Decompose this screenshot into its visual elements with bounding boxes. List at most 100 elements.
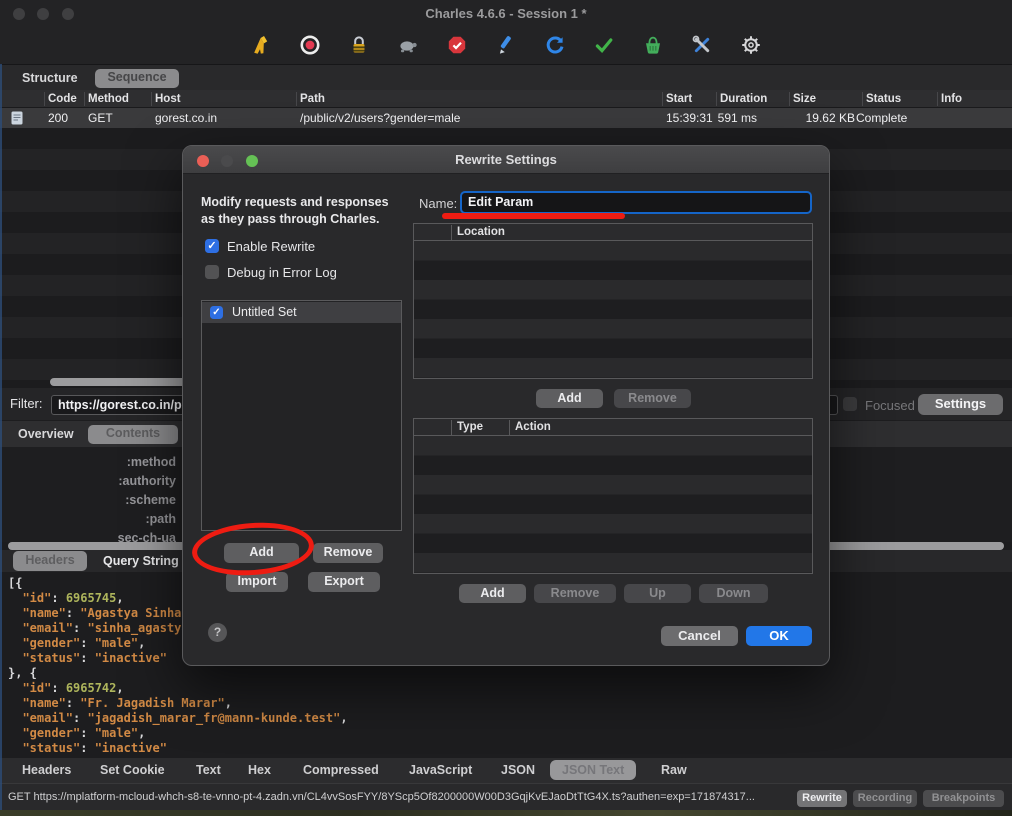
cell-start[interactable]: 15:39:31 xyxy=(666,111,713,125)
dialog-title: Rewrite Settings xyxy=(455,152,557,167)
column-header-start[interactable]: Start xyxy=(666,93,692,105)
tab-json[interactable]: JSON xyxy=(501,763,535,777)
cell-path[interactable]: /public/v2/users?gender=male xyxy=(300,111,460,125)
structure-sequence-tabbar: Structure Sequence xyxy=(0,64,1012,90)
rules-table-header: Type Action xyxy=(414,419,812,436)
request-header-key[interactable]: :method xyxy=(0,455,176,469)
validate-check-icon[interactable] xyxy=(593,34,615,56)
rule-up-button[interactable]: Up xyxy=(624,584,691,603)
publish-basket-icon[interactable] xyxy=(642,34,664,56)
tools-icon[interactable] xyxy=(691,34,713,56)
type-column-header: Type xyxy=(457,421,483,433)
record-icon[interactable] xyxy=(299,34,321,56)
rewrite-sets-list[interactable]: ✓ Untitled Set xyxy=(201,300,402,531)
export-button[interactable]: Export xyxy=(308,572,380,592)
column-header-size[interactable]: Size xyxy=(793,93,816,105)
json-line: "gender": "male", xyxy=(22,726,146,740)
column-header-duration[interactable]: Duration xyxy=(720,93,767,105)
settings-gear-icon[interactable] xyxy=(740,34,762,56)
tab-text[interactable]: Text xyxy=(196,763,221,777)
tab-json-text[interactable]: JSON Text xyxy=(550,760,637,780)
rewrite-button[interactable]: Rewrite xyxy=(797,790,847,807)
json-line: "name": "Fr. Jagadish Marar", xyxy=(22,696,232,710)
recording-button[interactable]: Recording xyxy=(853,790,917,807)
debug-error-log-label: Debug in Error Log xyxy=(227,265,337,280)
list-item[interactable]: ✓ Untitled Set xyxy=(202,302,401,323)
focused-checkbox[interactable] xyxy=(843,397,857,411)
compose-pencil-icon[interactable] xyxy=(495,34,517,56)
tab-structure[interactable]: Structure xyxy=(22,71,78,85)
breakpoints-button[interactable]: Breakpoints xyxy=(923,790,1004,807)
column-header-status[interactable]: Status xyxy=(866,93,901,105)
tab-hex[interactable]: Hex xyxy=(248,763,271,777)
column-separator xyxy=(716,92,717,106)
tab-javascript[interactable]: JavaScript xyxy=(409,763,472,777)
json-line: "status": "inactive" xyxy=(22,651,167,665)
rule-down-button[interactable]: Down xyxy=(699,584,768,603)
request-header-key[interactable]: :scheme xyxy=(0,493,176,507)
column-header-info[interactable]: Info xyxy=(941,93,962,105)
cell-code[interactable]: 200 xyxy=(48,111,68,125)
repeat-icon[interactable] xyxy=(544,34,566,56)
tab-compressed[interactable]: Compressed xyxy=(303,763,379,777)
request-header-key[interactable]: :authority xyxy=(0,474,176,488)
column-header-code[interactable]: Code xyxy=(48,93,77,105)
tab-query-string[interactable]: Query String xyxy=(103,554,179,568)
column-header-method[interactable]: Method xyxy=(88,93,129,105)
tab-request-headers[interactable]: Headers xyxy=(13,551,87,571)
sets-remove-button[interactable]: Remove xyxy=(313,543,383,563)
rule-remove-button[interactable]: Remove xyxy=(534,584,616,603)
cell-host[interactable]: gorest.co.in xyxy=(155,111,217,125)
column-separator xyxy=(151,92,152,106)
set-enabled-checkbox[interactable]: ✓ xyxy=(210,306,223,319)
cell-method[interactable]: GET xyxy=(88,111,113,125)
ssl-lock-icon[interactable] xyxy=(348,34,370,56)
broom-icon[interactable] xyxy=(250,34,272,56)
rule-add-button[interactable]: Add xyxy=(459,584,526,603)
rules-table-body[interactable] xyxy=(414,436,812,573)
debug-error-log-checkbox[interactable] xyxy=(205,265,219,279)
column-separator xyxy=(789,92,790,106)
throttle-turtle-icon[interactable] xyxy=(397,34,419,56)
tab-headers[interactable]: Headers xyxy=(22,763,71,777)
enable-rewrite-checkbox[interactable]: ✓ xyxy=(205,239,219,253)
name-input[interactable]: Edit Param xyxy=(460,191,812,214)
cell-status[interactable]: Complete xyxy=(856,111,907,125)
settings-button[interactable]: Settings xyxy=(918,394,1003,415)
breakpoints-icon[interactable] xyxy=(446,34,468,56)
tab-sequence[interactable]: Sequence xyxy=(95,69,179,88)
table-row[interactable]: 200 GET gorest.co.in/public/v2/users?gende… xyxy=(0,108,1012,128)
cell-size[interactable]: 19.62 KB xyxy=(789,111,855,125)
tab-contents[interactable]: Contents xyxy=(88,425,178,444)
name-label: Name: xyxy=(419,196,458,211)
location-table[interactable]: Location xyxy=(413,223,813,379)
json-line: "status": "inactive" xyxy=(22,741,167,755)
ok-button[interactable]: OK xyxy=(746,626,812,646)
column-separator xyxy=(662,92,663,106)
tab-raw[interactable]: Raw xyxy=(661,763,687,777)
status-url-text: GET https://mplatform-mcloud-whch-s8-te-… xyxy=(8,791,755,803)
column-header-host[interactable]: Host xyxy=(155,93,181,105)
location-table-body[interactable] xyxy=(414,241,812,378)
tab-set-cookie[interactable]: Set Cookie xyxy=(100,763,165,777)
json-line: "email": "sinha_agastya xyxy=(22,621,189,635)
rules-table[interactable]: Type Action xyxy=(413,418,813,574)
column-header-path[interactable]: Path xyxy=(300,93,325,105)
tab-overview[interactable]: Overview xyxy=(18,427,74,441)
json-line: "gender": "male", xyxy=(22,636,146,650)
location-add-button[interactable]: Add xyxy=(536,389,603,408)
dialog-description: Modify requests and responses as they pa… xyxy=(201,195,389,226)
column-separator xyxy=(296,92,297,106)
location-remove-button[interactable]: Remove xyxy=(614,389,691,408)
help-button[interactable]: ? xyxy=(208,623,227,642)
json-line: "email": "jagadish_marar_fr@mann-kunde.t… xyxy=(22,711,348,725)
rewrite-settings-dialog: Rewrite Settings Modify requests and res… xyxy=(182,145,830,666)
set-item-label: Untitled Set xyxy=(232,305,297,319)
response-tabbar: Headers Set Cookie Text Hex Compressed JavaSc… xyxy=(0,757,1012,783)
request-header-key[interactable]: :path xyxy=(0,512,176,526)
cancel-button[interactable]: Cancel xyxy=(661,626,738,646)
cell-duration[interactable]: 591 ms xyxy=(712,111,757,125)
desktop-wallpaper-strip xyxy=(0,810,1012,816)
column-separator xyxy=(84,92,85,106)
dialog-titlebar: Rewrite Settings xyxy=(183,146,829,174)
